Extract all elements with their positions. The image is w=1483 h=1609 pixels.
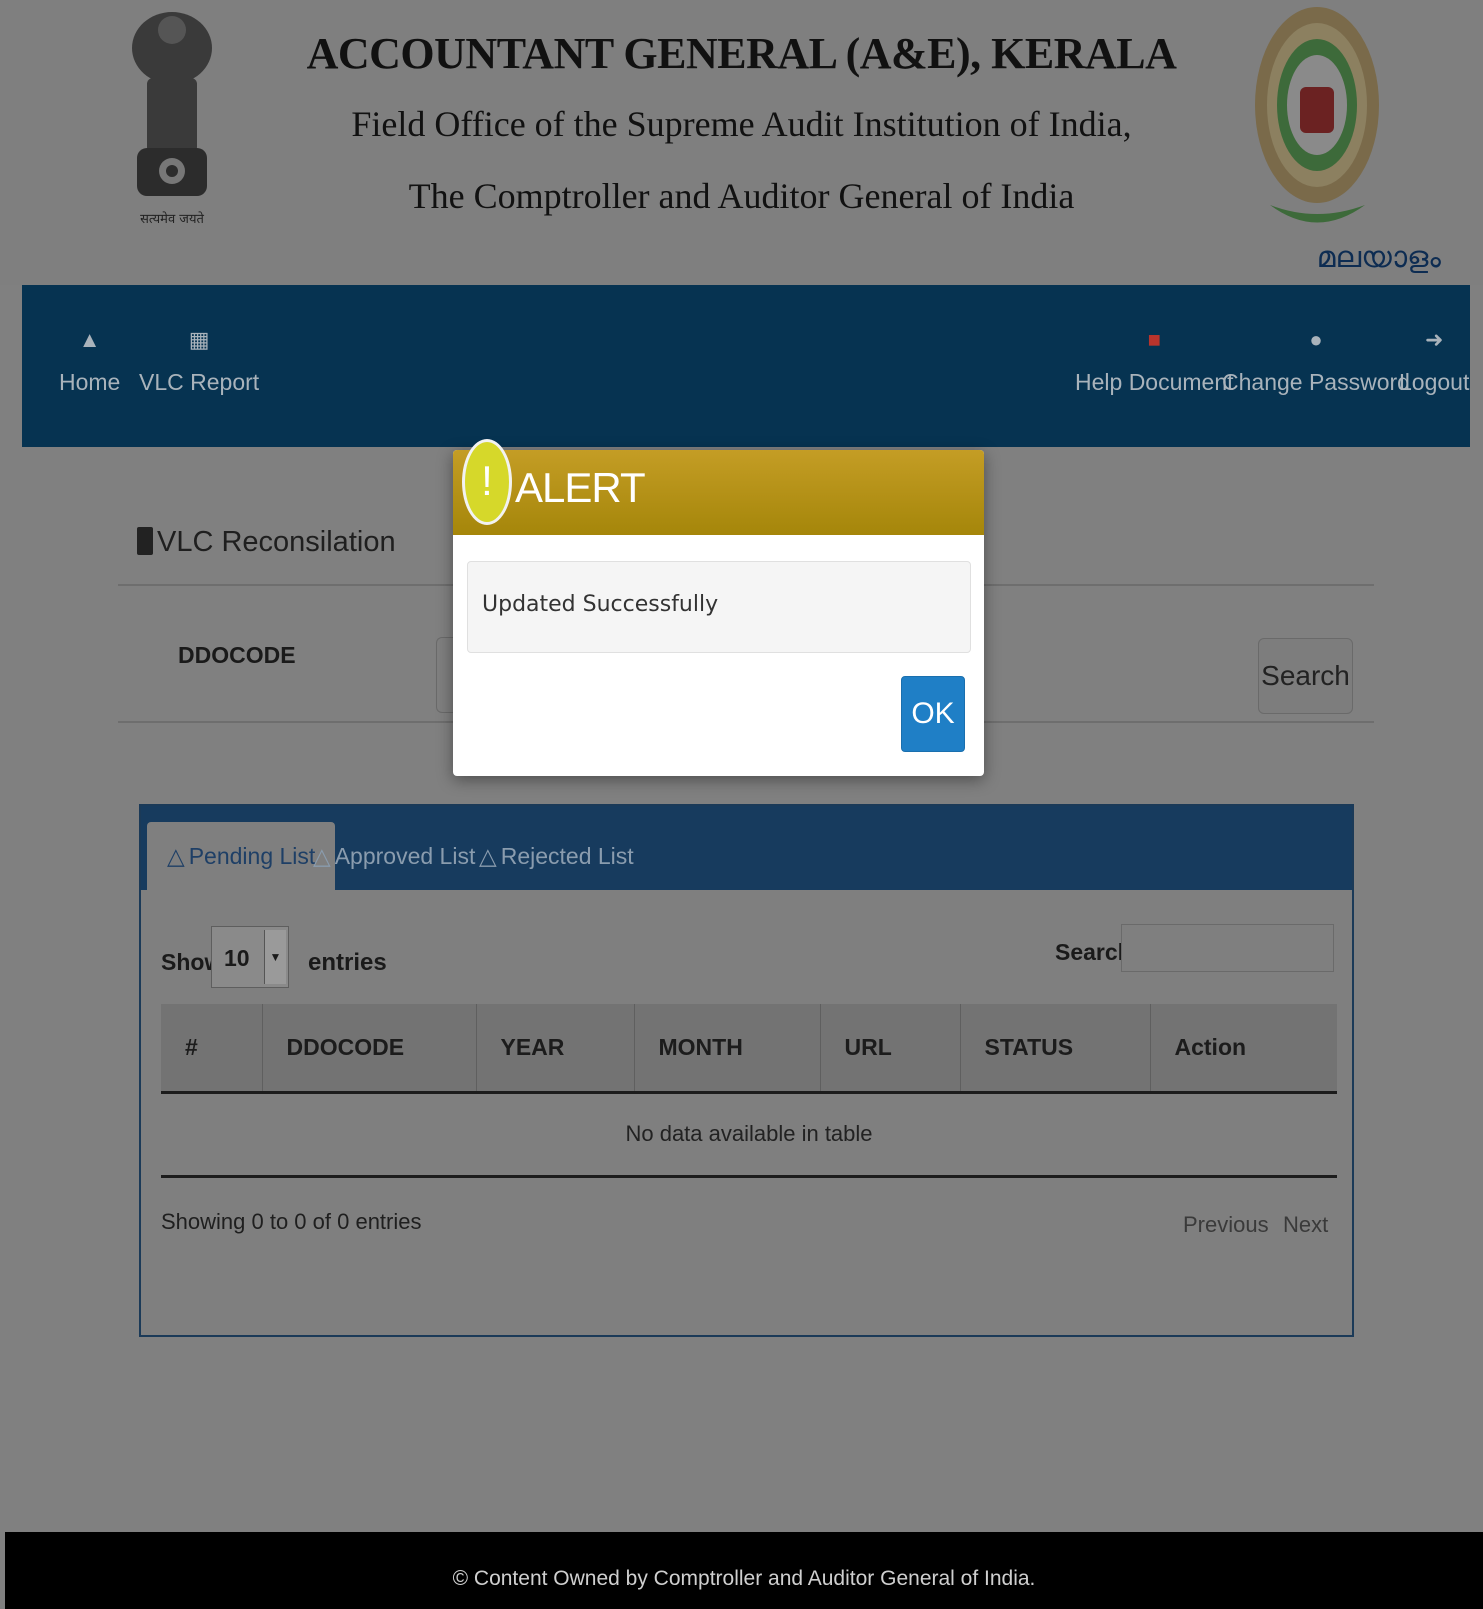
nav-change-password-label: Change Password xyxy=(1222,369,1410,395)
warning-icon: ! xyxy=(462,439,512,525)
malayalam-language-link[interactable]: മലയാളം xyxy=(1317,240,1441,275)
page-length-value: 10 xyxy=(224,945,250,971)
ok-button[interactable]: OK xyxy=(901,676,965,752)
next-page-button[interactable]: Next xyxy=(1283,1212,1328,1238)
column-header-ddocode[interactable]: DDOCODE xyxy=(262,1004,477,1094)
book-icon xyxy=(137,527,153,555)
alert-dialog-header: ! ALERT xyxy=(453,439,984,535)
table-search-input[interactable] xyxy=(1121,924,1334,972)
chevron-down-icon[interactable]: ▼ xyxy=(264,930,286,984)
site-header: सत्यमेव जयते ACCOUNTANT GENERAL (A&E), K… xyxy=(0,0,1483,285)
nav-home-label: Home xyxy=(59,369,121,395)
empty-table-message: No data available in table xyxy=(161,1092,1337,1178)
previous-page-button[interactable]: Previous xyxy=(1183,1212,1269,1238)
nav-help-document[interactable]: ■ Help Document xyxy=(1075,327,1234,396)
user-icon: ● xyxy=(1309,327,1323,352)
site-footer: © Content Owned by Comptroller and Audit… xyxy=(5,1532,1483,1609)
grid-icon: ▦ xyxy=(188,327,210,352)
column-header-number[interactable]: # xyxy=(161,1004,263,1094)
section-heading-label: VLC Reconsilation xyxy=(157,526,396,558)
tab-rejected-list-label: Rejected List xyxy=(500,843,634,869)
table-info: Showing 0 to 0 of 0 entries xyxy=(161,1209,422,1234)
nav-vlc-report-label: VLC Report xyxy=(139,369,260,395)
nav-logout-label: Logout xyxy=(1399,369,1470,395)
table-row: No data available in table xyxy=(161,1092,1337,1178)
column-header-month[interactable]: MONTH xyxy=(634,1004,821,1094)
logout-icon: ➜ xyxy=(1424,327,1444,352)
nav-change-password[interactable]: ● Change Password xyxy=(1222,327,1410,396)
nav-vlc-report[interactable]: ▦ VLC Report xyxy=(139,327,259,396)
nav-home[interactable]: ▲ Home xyxy=(59,327,120,396)
home-icon: ▲ xyxy=(78,327,101,352)
nav-help-document-label: Help Document xyxy=(1075,369,1234,395)
column-header-status[interactable]: STATUS xyxy=(960,1004,1151,1094)
page-length-select[interactable]: 10 ▼ xyxy=(211,926,289,988)
alert-message: Updated Successfully xyxy=(467,561,971,653)
data-table: # DDOCODE YEAR MONTH URL STATUS Action N… xyxy=(161,1004,1337,1178)
cag-seal-icon xyxy=(1255,7,1379,223)
column-header-year[interactable]: YEAR xyxy=(476,1004,635,1094)
search-button[interactable]: Search xyxy=(1258,638,1353,714)
section-heading: VLC Reconsilation xyxy=(137,526,396,559)
tab-bar: △ Pending List △ Approved List △ Rejected L… xyxy=(141,806,1352,890)
alert-dialog: ! ALERT Updated Successfully OK xyxy=(453,439,984,776)
flask-icon: △ xyxy=(313,843,331,869)
alert-title: ALERT xyxy=(515,464,646,511)
flask-icon: △ xyxy=(479,843,497,869)
entries-label: entries xyxy=(308,949,387,976)
tab-rejected-list[interactable]: △ Rejected List xyxy=(459,822,654,890)
main-navbar: ▲ Home ▦ VLC Report ■ Help Document ● Ch… xyxy=(22,285,1470,447)
ddocode-label: DDOCODE xyxy=(178,642,296,668)
list-panel: △ Pending List △ Approved List △ Rejected L… xyxy=(139,804,1354,1337)
column-header-action[interactable]: Action xyxy=(1150,1004,1337,1094)
column-header-url[interactable]: URL xyxy=(820,1004,961,1094)
tab-approved-list-label: Approved List xyxy=(334,843,476,869)
nav-logout[interactable]: ➜ Logout xyxy=(1399,327,1469,396)
pdf-icon: ■ xyxy=(1147,327,1161,352)
table-header-row: # DDOCODE YEAR MONTH URL STATUS Action xyxy=(161,1004,1337,1094)
flask-icon: △ xyxy=(167,843,185,869)
footer-copyright: © Content Owned by Comptroller and Audit… xyxy=(452,1567,1036,1590)
